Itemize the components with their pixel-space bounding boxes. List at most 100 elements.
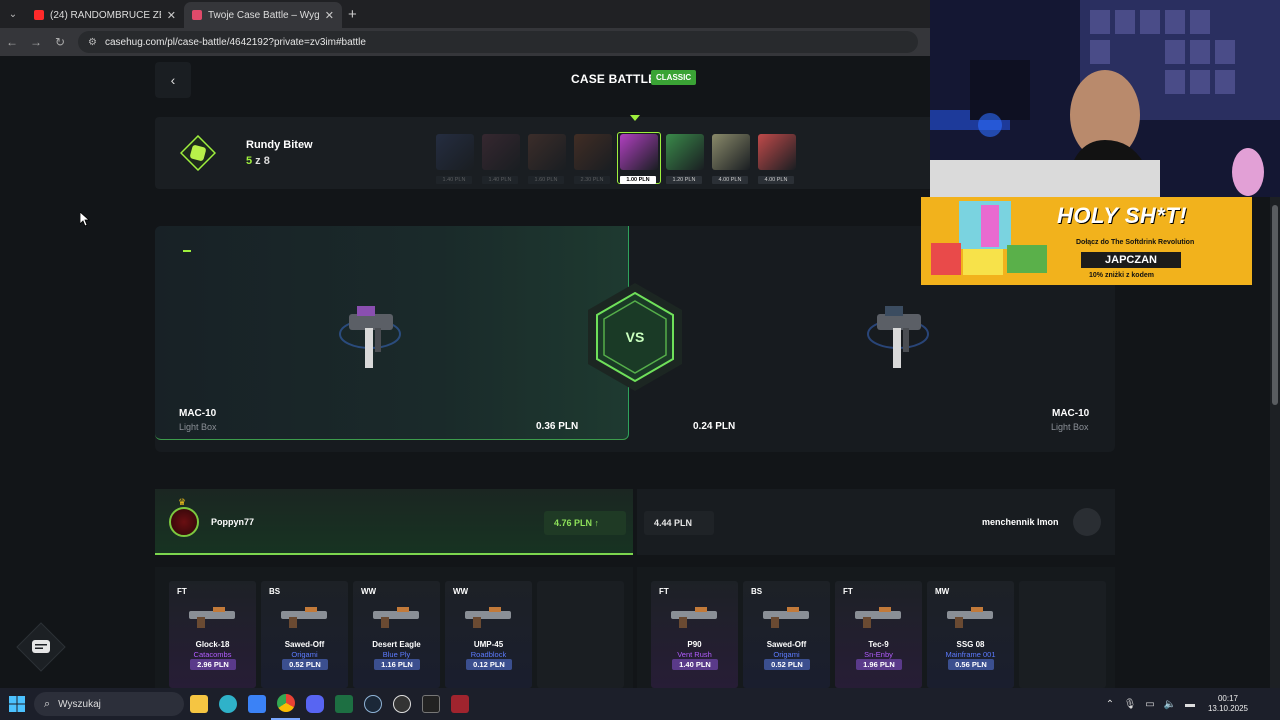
case-thumbnail[interactable]: 2.30 PLN: [571, 132, 617, 186]
casehug-icon: [192, 10, 202, 20]
case-image: [620, 134, 658, 170]
file-explorer-icon[interactable]: [184, 688, 213, 720]
chat-button[interactable]: [16, 622, 66, 672]
skin-name: Origami: [773, 650, 800, 659]
empty-drop-slot: [1019, 581, 1106, 688]
drop-item[interactable]: WW Desert Eagle Blue Ply 1.16 PLN: [353, 581, 440, 688]
clock-date: 13.10.2025: [1207, 704, 1249, 713]
skin-name: Sn-Enby: [864, 650, 893, 659]
weapon-image: [763, 607, 809, 628]
url-text: casehug.com/pl/case-battle/4642192?priva…: [104, 36, 366, 48]
close-tab-icon[interactable]: ✕: [325, 9, 334, 22]
skin-name: Origami: [291, 650, 318, 659]
condition-label: MW: [935, 587, 950, 596]
player-right-drops: FT P90 Vent Rush 1.40 PLN BS Sawed-Off Origami…: [637, 567, 1115, 688]
case-image: [528, 134, 566, 170]
left-weapon-name: MAC-10: [179, 408, 217, 419]
excel-icon[interactable]: [329, 688, 358, 720]
browser-tab-casehug[interactable]: Twoje Case Battle – Wygrywaj s ✕: [184, 2, 342, 28]
close-tab-icon[interactable]: ✕: [167, 9, 176, 22]
tab-search-button[interactable]: ⌄: [0, 1, 26, 27]
case-thumbnail[interactable]: 1.20 PLN: [663, 132, 709, 186]
reload-icon[interactable]: ↻: [48, 35, 72, 49]
rounds-title: Rundy Bitew: [246, 139, 313, 151]
page-title: CASE BATTLE: [571, 72, 657, 86]
case-image: [482, 134, 520, 170]
forward-arrow-icon[interactable]: →: [24, 35, 48, 49]
back-arrow-icon[interactable]: ←: [0, 35, 24, 49]
ad-headline: HOLY SH*T!: [1057, 203, 1188, 228]
case-price: 2.30 PLN: [574, 176, 610, 184]
network-icon[interactable]: ▭: [1140, 699, 1160, 710]
system-tray: ⌃ 🎙 ▭ 🔈 ▬ 00:17 13.10.2025: [1100, 688, 1280, 720]
game-app-icon[interactable]: [445, 688, 474, 720]
case-thumbnail[interactable]: 1.40 PLN: [433, 132, 479, 186]
drop-item[interactable]: WW UMP-45 Roadblock 0.12 PLN: [445, 581, 532, 688]
url-field[interactable]: ⚙ casehug.com/pl/case-battle/4642192?pri…: [78, 31, 918, 53]
tab-title: (24) RANDOMBRUCE ZBANOW: [50, 9, 161, 21]
edge-icon[interactable]: [213, 688, 242, 720]
weapon-name: Sawed-Off: [284, 640, 325, 649]
weapon-name: Sawed-Off: [766, 640, 807, 649]
scrollbar-thumb[interactable]: [1272, 205, 1278, 405]
avatar[interactable]: [169, 507, 199, 537]
drop-item[interactable]: FT Glock-18 Catacombs 2.96 PLN: [169, 581, 256, 688]
case-price: 1.00 PLN: [620, 176, 656, 184]
item-price: 0.12 PLN: [466, 659, 512, 670]
case-thumbnail[interactable]: 1.60 PLN: [525, 132, 571, 186]
store-icon[interactable]: [242, 688, 271, 720]
new-tab-button[interactable]: +: [348, 6, 357, 23]
chevron-up-icon[interactable]: ⌃: [1100, 699, 1120, 710]
player-left-total: 4.76 PLN ↑: [544, 511, 626, 535]
page-scrollbar[interactable]: [1270, 197, 1280, 688]
drink-cans-image: [931, 201, 1047, 275]
case-thumbnail[interactable]: 4.00 PLN: [755, 132, 801, 186]
item-price: 2.96 PLN: [190, 659, 236, 670]
case-thumbnail[interactable]: 1.40 PLN: [479, 132, 525, 186]
empty-drop-slot: [537, 581, 624, 688]
discord-icon[interactable]: [300, 688, 329, 720]
volume-icon[interactable]: 🔈: [1160, 699, 1180, 710]
steam-icon[interactable]: [358, 688, 387, 720]
obs-icon[interactable]: [387, 688, 416, 720]
taskbar-clock[interactable]: 00:17 13.10.2025: [1200, 694, 1256, 714]
start-button[interactable]: [0, 688, 34, 720]
windows-taskbar: ⌕ Wyszukaj ⌃ 🎙 ▭ 🔈 ▬ 00:17 13.10.2025: [0, 688, 1280, 720]
drop-item[interactable]: BS Sawed-Off Origami 0.52 PLN: [743, 581, 830, 688]
player-right-name[interactable]: menchennik lmon: [982, 517, 1059, 527]
weapon-name: SSG 08: [956, 640, 985, 649]
right-case-name: Light Box: [1051, 422, 1089, 432]
player-right-total: 4.44 PLN: [644, 511, 714, 535]
back-button[interactable]: ‹: [155, 62, 191, 98]
condition-label: BS: [269, 587, 281, 596]
drop-item[interactable]: BS Sawed-Off Origami 0.52 PLN: [261, 581, 348, 688]
avatar[interactable]: [1073, 508, 1101, 536]
browser-tab-youtube[interactable]: (24) RANDOMBRUCE ZBANOW ✕: [26, 2, 184, 28]
battery-icon[interactable]: ▬: [1180, 699, 1200, 710]
condition-label: FT: [843, 587, 853, 596]
app-icon[interactable]: [416, 688, 445, 720]
mac10-weapon-image-right: [867, 306, 929, 368]
weapon-name: Tec-9: [868, 640, 889, 649]
chrome-icon[interactable]: [271, 688, 300, 720]
streamer-webcam: [930, 0, 1280, 197]
versus-emblem: VS: [579, 281, 691, 393]
youtube-icon: [34, 10, 44, 20]
drop-item[interactable]: FT Tec-9 Sn-Enby 1.96 PLN: [835, 581, 922, 688]
skin-name: Vent Rush: [677, 650, 712, 659]
player-left-name[interactable]: Poppyn77: [211, 517, 254, 527]
right-round-price: 0.24 PLN: [693, 421, 736, 432]
drop-item[interactable]: FT P90 Vent Rush 1.40 PLN: [651, 581, 738, 688]
microphone-icon[interactable]: 🎙: [1120, 699, 1140, 710]
weapon-name: Glock-18: [195, 640, 230, 649]
item-price: 1.40 PLN: [672, 659, 718, 670]
round-indicator: [183, 250, 191, 252]
item-price: 0.56 PLN: [948, 659, 994, 670]
taskbar-search[interactable]: ⌕ Wyszukaj: [34, 692, 184, 716]
case-thumbnail[interactable]: 1.00 PLN: [617, 132, 663, 186]
drop-item[interactable]: MW SSG 08 Mainframe 001 0.56 PLN: [927, 581, 1014, 688]
site-info-icon[interactable]: ⚙: [88, 37, 97, 48]
skin-name: Mainframe 001: [945, 650, 996, 659]
rounds-counter: 5 z 8: [246, 155, 270, 167]
case-thumbnail[interactable]: 4.00 PLN: [709, 132, 755, 186]
